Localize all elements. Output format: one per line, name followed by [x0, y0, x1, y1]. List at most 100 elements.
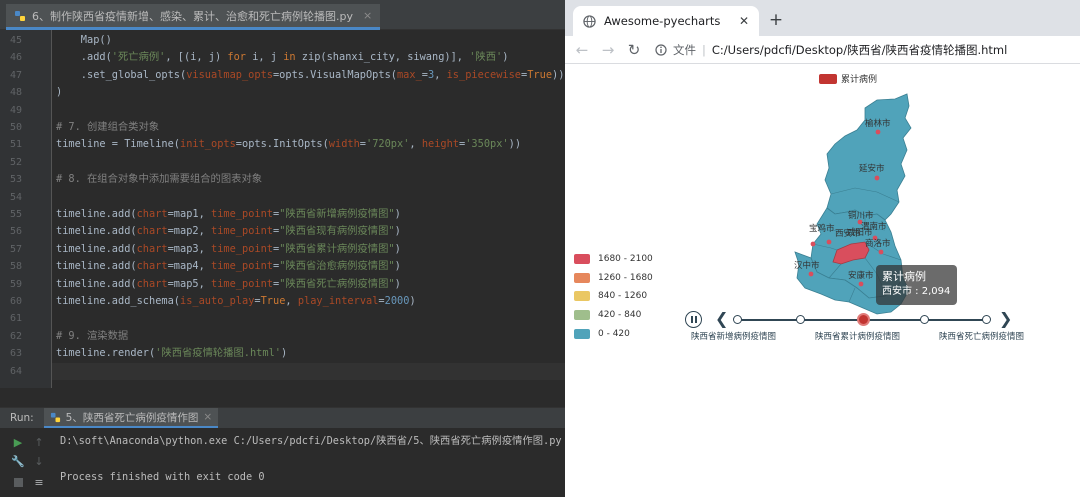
city-dot[interactable] [858, 281, 864, 287]
code-editor[interactable]: Map() .add('死亡病例', [(i, j) for i, j in z… [52, 30, 565, 388]
code-line[interactable]: # 8. 在组合对象中添加需要组合的图表对象 [56, 171, 262, 188]
line-number: 56 [9, 226, 22, 238]
timeline-point[interactable] [796, 315, 805, 324]
city-dot[interactable] [810, 241, 816, 247]
address-separator: | [702, 42, 706, 57]
new-tab-button[interactable]: + [765, 9, 787, 31]
city-label: 西安市 [835, 228, 861, 239]
line-number: 45 [9, 35, 22, 46]
run-tab[interactable]: 5、陕西省死亡病例疫情作图 × [43, 408, 219, 428]
city-dot[interactable] [850, 245, 856, 251]
reload-icon[interactable]: ↻ [621, 37, 647, 63]
line-number: 46 [9, 52, 22, 64]
pause-icon-bar [694, 316, 697, 323]
stop-icon[interactable] [10, 474, 26, 490]
city-dot[interactable] [874, 175, 880, 181]
editor-tab[interactable]: 6、制作陕西省疫情新增、感染、累计、治愈和死亡病例轮播图.py × [6, 4, 381, 30]
page-content: 累计病例 榆林市 延安市 铜川市 渭南市 咸阳市 宝鸡市 西安市 商洛市 汉中市… [565, 64, 1080, 497]
city-dot[interactable] [875, 129, 881, 135]
line-number: 53 [9, 174, 22, 186]
python-file-icon [15, 10, 25, 21]
wrench-icon[interactable]: 🔧 [10, 453, 26, 469]
line-number: 47 [9, 69, 22, 81]
run-exit-message: Process finished with exit code 0 [60, 471, 265, 483]
code-line[interactable]: # 7. 创建组合类对象 [56, 119, 159, 136]
back-arrow-icon[interactable]: ← [569, 37, 595, 63]
screen: 6、制作陕西省疫情新增、感染、累计、治愈和死亡病例轮播图.py × 45 46 … [0, 0, 1080, 497]
visual-map-item[interactable]: 1680 - 2100 [574, 250, 653, 269]
code-line[interactable]: timeline.add(chart=map1, time_point="陕西省… [56, 206, 401, 223]
code-line[interactable]: ) [56, 84, 62, 101]
run-panel: Run: 5、陕西省死亡病例疫情作图 × ▶ ↑ 🔧 ↓ ≡ D:\soft\A… [0, 407, 565, 497]
timeline-point-active[interactable] [857, 313, 870, 326]
visual-map-swatch [574, 291, 590, 302]
timeline-point[interactable] [733, 315, 742, 324]
line-number: 52 [9, 156, 22, 168]
visual-map-swatch [574, 272, 590, 283]
visual-map-item[interactable]: 1260 - 1680 [574, 269, 653, 288]
code-line[interactable]: timeline.add(chart=map2, time_point="陕西省… [56, 223, 401, 240]
timeline-prev-icon[interactable]: ❮ [715, 309, 728, 328]
timeline-point[interactable] [920, 315, 929, 324]
code-line[interactable]: .set_global_opts(visualmap_opts=opts.Vis… [56, 67, 565, 84]
globe-icon [583, 14, 596, 28]
line-number: 50 [9, 122, 22, 133]
city-dot[interactable] [826, 239, 832, 245]
map-region-north[interactable] [824, 93, 912, 221]
ide-window: 6、制作陕西省疫情新增、感染、累计、治愈和死亡病例轮播图.py × 45 46 … [0, 0, 565, 497]
run-command: D:\soft\Anaconda\python.exe C:/Users/pdc… [60, 435, 562, 447]
line-number: 60 [9, 296, 22, 307]
code-line[interactable]: # 9. 渲染数据 [56, 328, 128, 345]
rerun-icon[interactable]: ▶ [10, 434, 26, 450]
code-line[interactable]: .add('死亡病例', [(i, j) for i, j in zip(sha… [56, 49, 509, 66]
code-line[interactable]: timeline.add(chart=map5, time_point="陕西省… [56, 276, 401, 293]
tooltip-title: 累计病例 [882, 270, 926, 283]
arrow-down-icon[interactable]: ↓ [31, 453, 47, 469]
close-icon[interactable]: ✕ [739, 14, 749, 28]
editor-tab-bar: 6、制作陕西省疫情新增、感染、累计、治愈和死亡病例轮播图.py × [0, 0, 565, 30]
line-number-gutter: 45 46 47 48 49 50 51 52 53 54 55 56 57 5… [0, 30, 52, 388]
python-file-icon [50, 412, 60, 422]
info-icon[interactable] [655, 43, 667, 56]
visual-map-swatch [574, 254, 590, 265]
line-number: 51 [9, 139, 22, 151]
timeline-label[interactable]: 陕西省死亡病例疫情图 [939, 330, 1024, 342]
pause-icon [690, 316, 693, 323]
browser-tab[interactable]: Awesome-pyecharts ✕ [573, 6, 759, 36]
visual-map-item[interactable]: 840 - 1260 [574, 287, 653, 306]
map-tooltip: 累计病例 西安市 : 2,094 [876, 265, 957, 305]
browser-window: Awesome-pyecharts ✕ + ← → ↻ 文件 | C:/User… [565, 0, 1080, 497]
code-line[interactable]: timeline.add_schema(is_auto_play=True, p… [56, 293, 416, 310]
city-dot[interactable] [878, 249, 884, 255]
code-line[interactable]: timeline = Timeline(init_opts=opts.InitO… [56, 136, 521, 153]
address-bar[interactable]: 文件 | C:/Users/pdcfi/Desktop/陕西省/陕西省疫情轮播图… [655, 42, 1007, 58]
timeline-point[interactable] [982, 315, 991, 324]
line-number: 49 [9, 104, 22, 116]
url-text[interactable]: C:/Users/pdcfi/Desktop/陕西省/陕西省疫情轮播图.html [712, 42, 1007, 58]
arrow-up-icon[interactable]: ↑ [31, 434, 47, 450]
line-number: 58 [9, 261, 22, 273]
run-console[interactable]: D:\soft\Anaconda\python.exe C:/Users/pdc… [60, 432, 562, 486]
soft-wrap-icon[interactable]: ≡ [31, 474, 47, 490]
line-number: 55 [9, 209, 22, 220]
city-dot[interactable] [808, 271, 814, 277]
code-line[interactable]: timeline.add(chart=map4, time_point="陕西省… [56, 258, 401, 275]
close-icon[interactable]: × [203, 411, 212, 423]
timeline: ❮ ❯ 陕西省新增病例疫情图 陕西省累计病例疫情图 陕西省死亡病例疫情图 [565, 304, 1080, 344]
timeline-label[interactable]: 陕西省累计病例疫情图 [815, 330, 900, 342]
code-line[interactable]: Map() [56, 32, 112, 49]
city-label: 安康市 [848, 270, 874, 281]
file-scheme-label: 文件 [673, 42, 696, 57]
run-header: Run: 5、陕西省死亡病例疫情作图 × [0, 408, 565, 428]
close-icon[interactable]: × [363, 9, 372, 22]
tooltip-value: 西安市 : 2,094 [882, 286, 951, 297]
timeline-next-icon[interactable]: ❯ [999, 309, 1012, 328]
city-label: 榆林市 [865, 118, 891, 129]
pause-button[interactable] [685, 311, 702, 328]
run-tab-title: 5、陕西省死亡病例疫情作图 [65, 411, 199, 424]
code-line[interactable]: timeline.add(chart=map3, time_point="陕西省… [56, 241, 401, 258]
forward-arrow-icon[interactable]: → [595, 37, 621, 63]
run-toolbar: ▶ ↑ 🔧 ↓ ≡ [0, 428, 52, 497]
code-line[interactable]: timeline.render('陕西省疫情轮播图.html') [56, 345, 287, 362]
timeline-label[interactable]: 陕西省新增病例疫情图 [691, 330, 776, 342]
